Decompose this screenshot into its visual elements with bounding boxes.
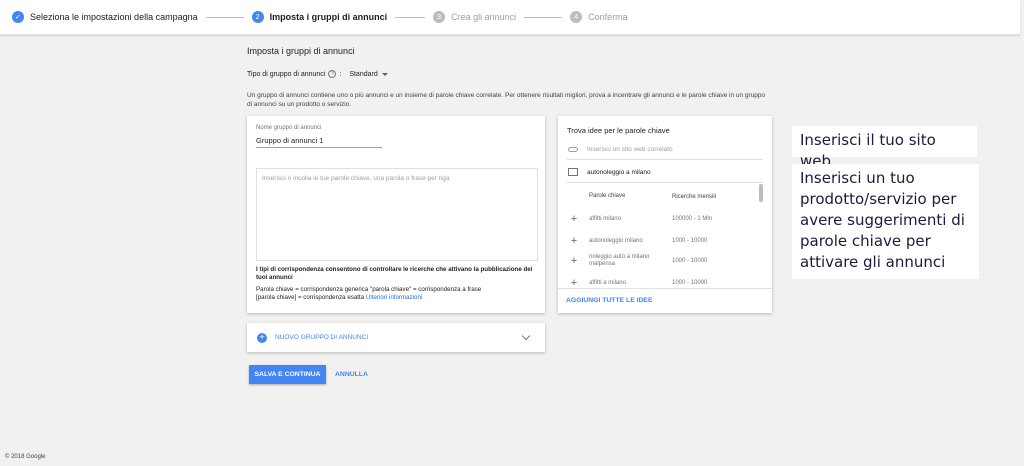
col-keyword: Parole chiave (589, 193, 626, 199)
step-ad-groups[interactable]: 2 Imposta i gruppi di annunci (251, 11, 388, 23)
keyword-ideas-title: Trova idee per le parole chiave (567, 126, 670, 135)
match-types-line: Parola chiave = corrispondenza generica … (256, 286, 482, 293)
chevron-down-icon[interactable] (521, 331, 531, 341)
save-continue-button[interactable]: SALVA E CONTINUA (249, 365, 326, 384)
copyright: © 2018 Google (5, 454, 46, 460)
add-keyword-icon[interactable]: + (567, 255, 581, 267)
step-number: 4 (570, 11, 583, 23)
step-label: Conferma (588, 12, 628, 22)
volume-cell: 1000 - 10000 (672, 238, 708, 244)
add-all-ideas-button[interactable]: AGGIUNGI TUTTE LE IDEE (558, 288, 772, 312)
ad-group-type-row: Tipo di gruppo di annunci ? : Standard (247, 70, 388, 78)
add-keyword-icon[interactable]: + (567, 235, 581, 247)
step-connector (205, 16, 244, 18)
step-label: Imposta i gruppi di annunci (269, 12, 388, 22)
keyword-cell: affitti milano (589, 215, 621, 222)
step-connector (524, 16, 563, 18)
check-icon: ✓ (12, 11, 24, 23)
match-types-line: [parola chiave] = corrispondenza esatta … (256, 294, 422, 301)
step-number: 2 (251, 11, 264, 23)
ad-group-name-input[interactable]: Gruppo di annunci 1 (256, 136, 324, 145)
input-underline (256, 147, 382, 148)
ad-group-type-select[interactable]: Standard (349, 70, 388, 78)
ad-group-type-label: Tipo di gruppo di annunci (247, 70, 326, 78)
step-confirm[interactable]: 4 Conferma (570, 11, 628, 23)
annotation-website: Inserisci il tuo sito web (792, 126, 977, 170)
match-types-exact: [parola chiave] = corrispondenza esatta (256, 294, 365, 301)
help-icon[interactable]: ? (328, 70, 337, 78)
ad-group-type-value: Standard (349, 70, 378, 78)
ad-group-name-label: Nome gruppo di annunci (256, 125, 322, 131)
website-placeholder: Inserisci un sito web correlato (587, 146, 673, 153)
new-ad-group-panel[interactable]: + NUOVO GRUPPO DI ANNUNCI (247, 323, 545, 352)
product-value: autonoleggio a milano (587, 169, 651, 176)
more-info-link[interactable]: Ulteriori informazioni (366, 294, 422, 301)
caret-down-icon (381, 72, 388, 76)
match-types-title: I tipi di corrispondenza consentono di c… (256, 266, 533, 281)
scrollbar[interactable] (759, 184, 763, 202)
keyword-table-header: Parole chiave Ricerche mensili (567, 193, 757, 200)
page-title: Imposta i gruppi di annunci (247, 46, 355, 56)
keyword-cell: autonoleggio milano (589, 237, 643, 244)
ad-group-card: Nome gruppo di annunci Gruppo di annunci… (247, 116, 545, 313)
new-ad-group-label: NUOVO GRUPPO DI ANNUNCI (275, 334, 369, 341)
step-label: Crea gli annunci (451, 12, 517, 22)
keyword-cell: noleggio auto a milano malpensa (589, 254, 650, 267)
step-label: Seleziona le impostazioni della campagna (30, 12, 198, 22)
cancel-button[interactable]: ANNULLA (335, 371, 368, 378)
website-input[interactable]: Inserisci un sito web correlato (567, 140, 763, 160)
link-icon (568, 147, 578, 152)
keyword-cell: affitti a milano (589, 279, 626, 286)
volume-cell: 100000 - 1 Mln (672, 216, 713, 222)
add-circle-icon: + (257, 332, 267, 343)
volume-cell: 1000 - 10000 (672, 258, 708, 264)
keyword-ideas-card: Trova idee per le parole chiave Inserisc… (558, 116, 772, 313)
annotation-product: Inserisci un tuo prodotto/servizio per a… (792, 164, 979, 279)
step-campaign-settings[interactable]: ✓ Seleziona le impostazioni della campag… (12, 11, 198, 23)
keywords-textarea[interactable]: Inserisci o incolla le tue parole chiave… (256, 168, 538, 261)
step-number: 3 (433, 11, 446, 23)
step-create-ads[interactable]: 3 Crea gli annunci (433, 11, 516, 23)
product-input[interactable]: autonoleggio a milano (567, 163, 763, 183)
progress-stepper: ✓ Seleziona le impostazioni della campag… (0, 0, 1020, 35)
add-keyword-icon[interactable]: + (567, 213, 581, 225)
ad-group-description: Un gruppo di annunci contiene uno o più … (247, 92, 766, 108)
table-row: + noleggio auto a milano malpensa 1000 -… (567, 254, 757, 268)
store-icon (568, 167, 578, 176)
step-connector (395, 16, 426, 18)
volume-cell: 1000 - 10000 (672, 280, 708, 286)
table-row: + affitti milano 100000 - 1 Mln (567, 213, 757, 225)
col-volume: Ricerche mensili (672, 193, 717, 200)
table-row: + autonoleggio milano 1000 - 10000 (567, 235, 757, 247)
